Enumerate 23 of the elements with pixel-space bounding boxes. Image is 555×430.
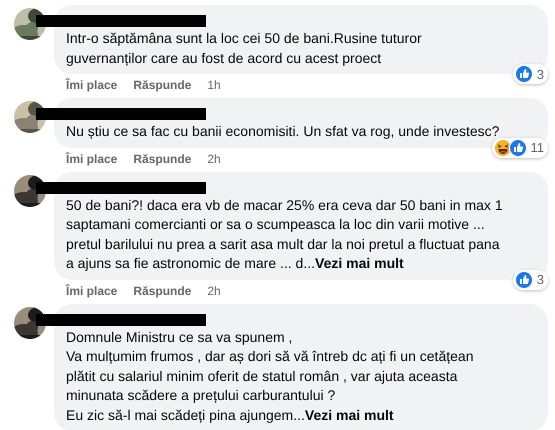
comment-time[interactable]: 1h xyxy=(207,78,221,93)
comment-action-link[interactable]: Îmi place xyxy=(66,284,118,298)
see-more-link[interactable]: Vezi mai mult xyxy=(315,255,404,271)
reaction-badge[interactable]: 3 xyxy=(512,64,548,84)
thumbs-up-icon xyxy=(514,65,533,83)
thumbs-up-icon xyxy=(514,270,533,288)
reaction-count: 11 xyxy=(530,140,544,155)
comment-time[interactable]: 2h xyxy=(207,284,221,298)
comment-action-link[interactable]: Răspunde xyxy=(133,152,192,166)
comment-action-link[interactable]: Îmi place xyxy=(66,78,118,93)
comment-text: Domnule Ministru ce sa va spunem , Va mulțumim frumos , dar aș dori să vă întreb dc ați fi un cetățean plătit cu salariul minim oferit de statul român , var ajuta aceasta minunata scădere a prețului carburantului ? Eu zic să-l mai scădeți pina ajungem...Vezi mai mult xyxy=(66,328,474,425)
comment-text: Intr-o săptămâna sunt la loc cei 50 de bani.Rusine tuturor guvernanților care au fost de acord cu acest proect xyxy=(66,29,423,68)
reaction-badge[interactable]: 3 xyxy=(512,270,548,290)
comment-action-link[interactable]: Îmi place xyxy=(66,152,118,166)
see-more-link[interactable]: Vezi mai mult xyxy=(304,406,394,422)
comment-action-link[interactable]: Răspunde xyxy=(133,284,192,298)
comment-text: 50 de bani?! daca era vb de macar 25% era ceva dar 50 bani in max 1 saptamani comercianti or sa o scumpeasca la loc din varii motive ... pretul barilului nu prea a sarit asa mult dar la noi pretul a fluctuat pana a ajuns sa fie astronomic de mare ... d...Vezi mai mult xyxy=(66,196,504,273)
comment-action-link[interactable]: Răspunde xyxy=(133,78,192,93)
reaction-badge[interactable]: 11 xyxy=(492,138,548,158)
thumbs-up-icon xyxy=(508,138,526,156)
reaction-count: 3 xyxy=(536,66,544,82)
comment-time[interactable]: 2h xyxy=(207,152,221,166)
reaction-count: 3 xyxy=(536,272,544,287)
